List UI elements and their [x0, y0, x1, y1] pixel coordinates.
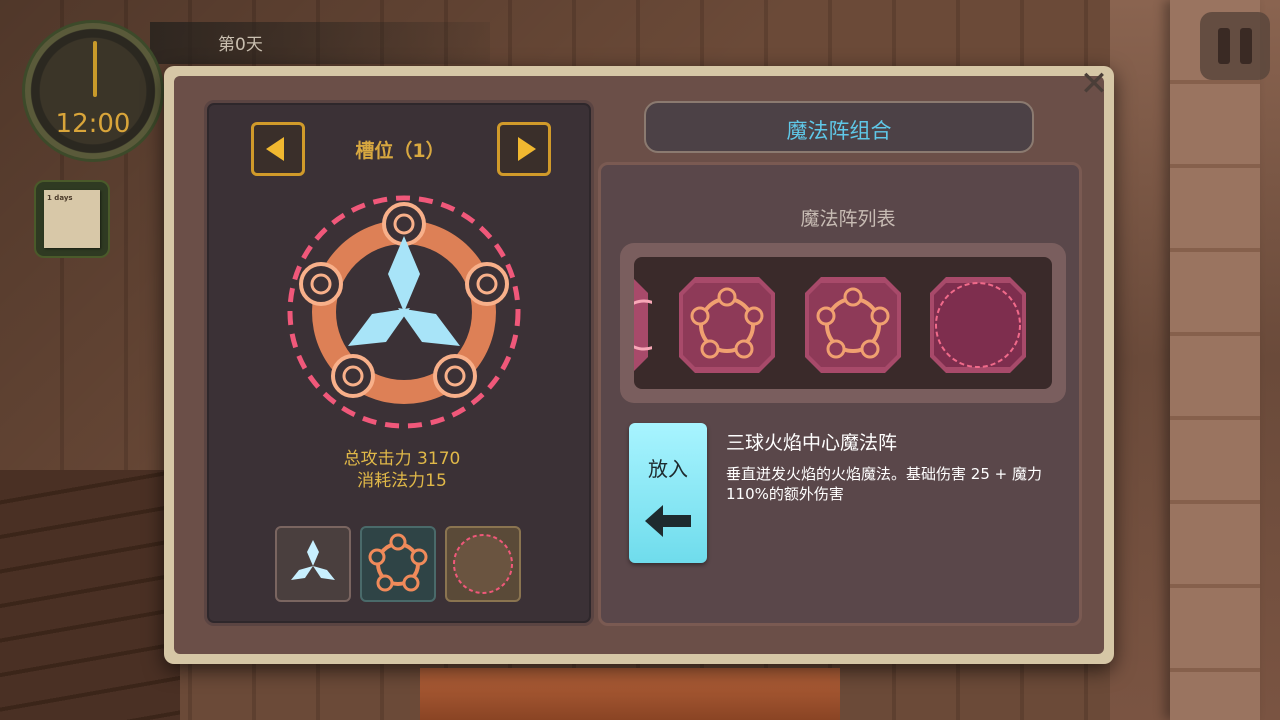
circle-list-item[interactable] [675, 273, 779, 377]
total-attack-text: 总攻击力 3170 [343, 449, 461, 469]
floor-planks [0, 470, 180, 720]
rune-ring-icon [679, 277, 775, 373]
pause-button[interactable] [1200, 12, 1270, 80]
bottom-beams [420, 668, 840, 720]
close-icon[interactable]: ✕ [1072, 62, 1116, 106]
right-pillar [1170, 0, 1260, 720]
combined-magic-circle-preview [282, 190, 526, 434]
pause-icon-bar [1240, 28, 1252, 64]
day-counter: 第0天 [218, 35, 263, 55]
slot-component-core[interactable] [275, 526, 351, 602]
circle-list-title: 魔法阵列表 [800, 208, 896, 230]
combination-title: 魔法阵组合 [786, 119, 892, 143]
day-bar [150, 22, 490, 64]
dashed-circle-icon [930, 277, 1026, 373]
rune-ring-icon [368, 533, 428, 592]
pause-icon [1218, 28, 1230, 64]
circle-list-item[interactable] [801, 273, 905, 377]
magic-circle-icon [287, 195, 521, 429]
mana-cost-text: 消耗法力15 [357, 471, 447, 491]
arrow-left-icon [645, 505, 691, 537]
put-in-button[interactable]: 放入 [629, 423, 707, 563]
note-paper-icon: 1 days [44, 190, 100, 248]
triangle-left-icon [266, 137, 284, 161]
dashed-circle-icon [453, 534, 513, 594]
rune-ring-icon [634, 279, 670, 371]
clock-hand [93, 41, 97, 97]
slot-stats: 总攻击力 3170 消耗法力15 [300, 448, 504, 492]
rune-ring-icon [805, 277, 901, 373]
spell-description: 垂直迸发火焰的火焰魔法。基础伤害 25 + 魔力110%的额外伤害 [726, 465, 1042, 503]
prev-slot-button[interactable] [251, 122, 305, 176]
clock-widget: 12:00 [22, 20, 164, 162]
spell-name: 三球火焰中心魔法阵 [726, 432, 898, 454]
slot-title: 槽位（1） [355, 140, 445, 162]
circle-list-item[interactable] [634, 273, 670, 377]
circle-list-scroll[interactable] [634, 257, 1052, 389]
combination-title-bar: 魔法阵组合 [644, 101, 1034, 153]
circle-list-item[interactable] [926, 273, 1030, 377]
next-slot-button[interactable] [497, 122, 551, 176]
quest-note-button[interactable]: 1 days [34, 180, 110, 258]
triangle-right-icon [518, 137, 536, 161]
slot-component-outer[interactable] [445, 526, 521, 602]
slot-component-ring[interactable] [360, 526, 436, 602]
clock-time: 12:00 [55, 109, 131, 139]
put-in-label: 放入 [648, 457, 688, 481]
note-text: 1 days [47, 194, 73, 202]
tri-blade-icon [291, 540, 335, 580]
